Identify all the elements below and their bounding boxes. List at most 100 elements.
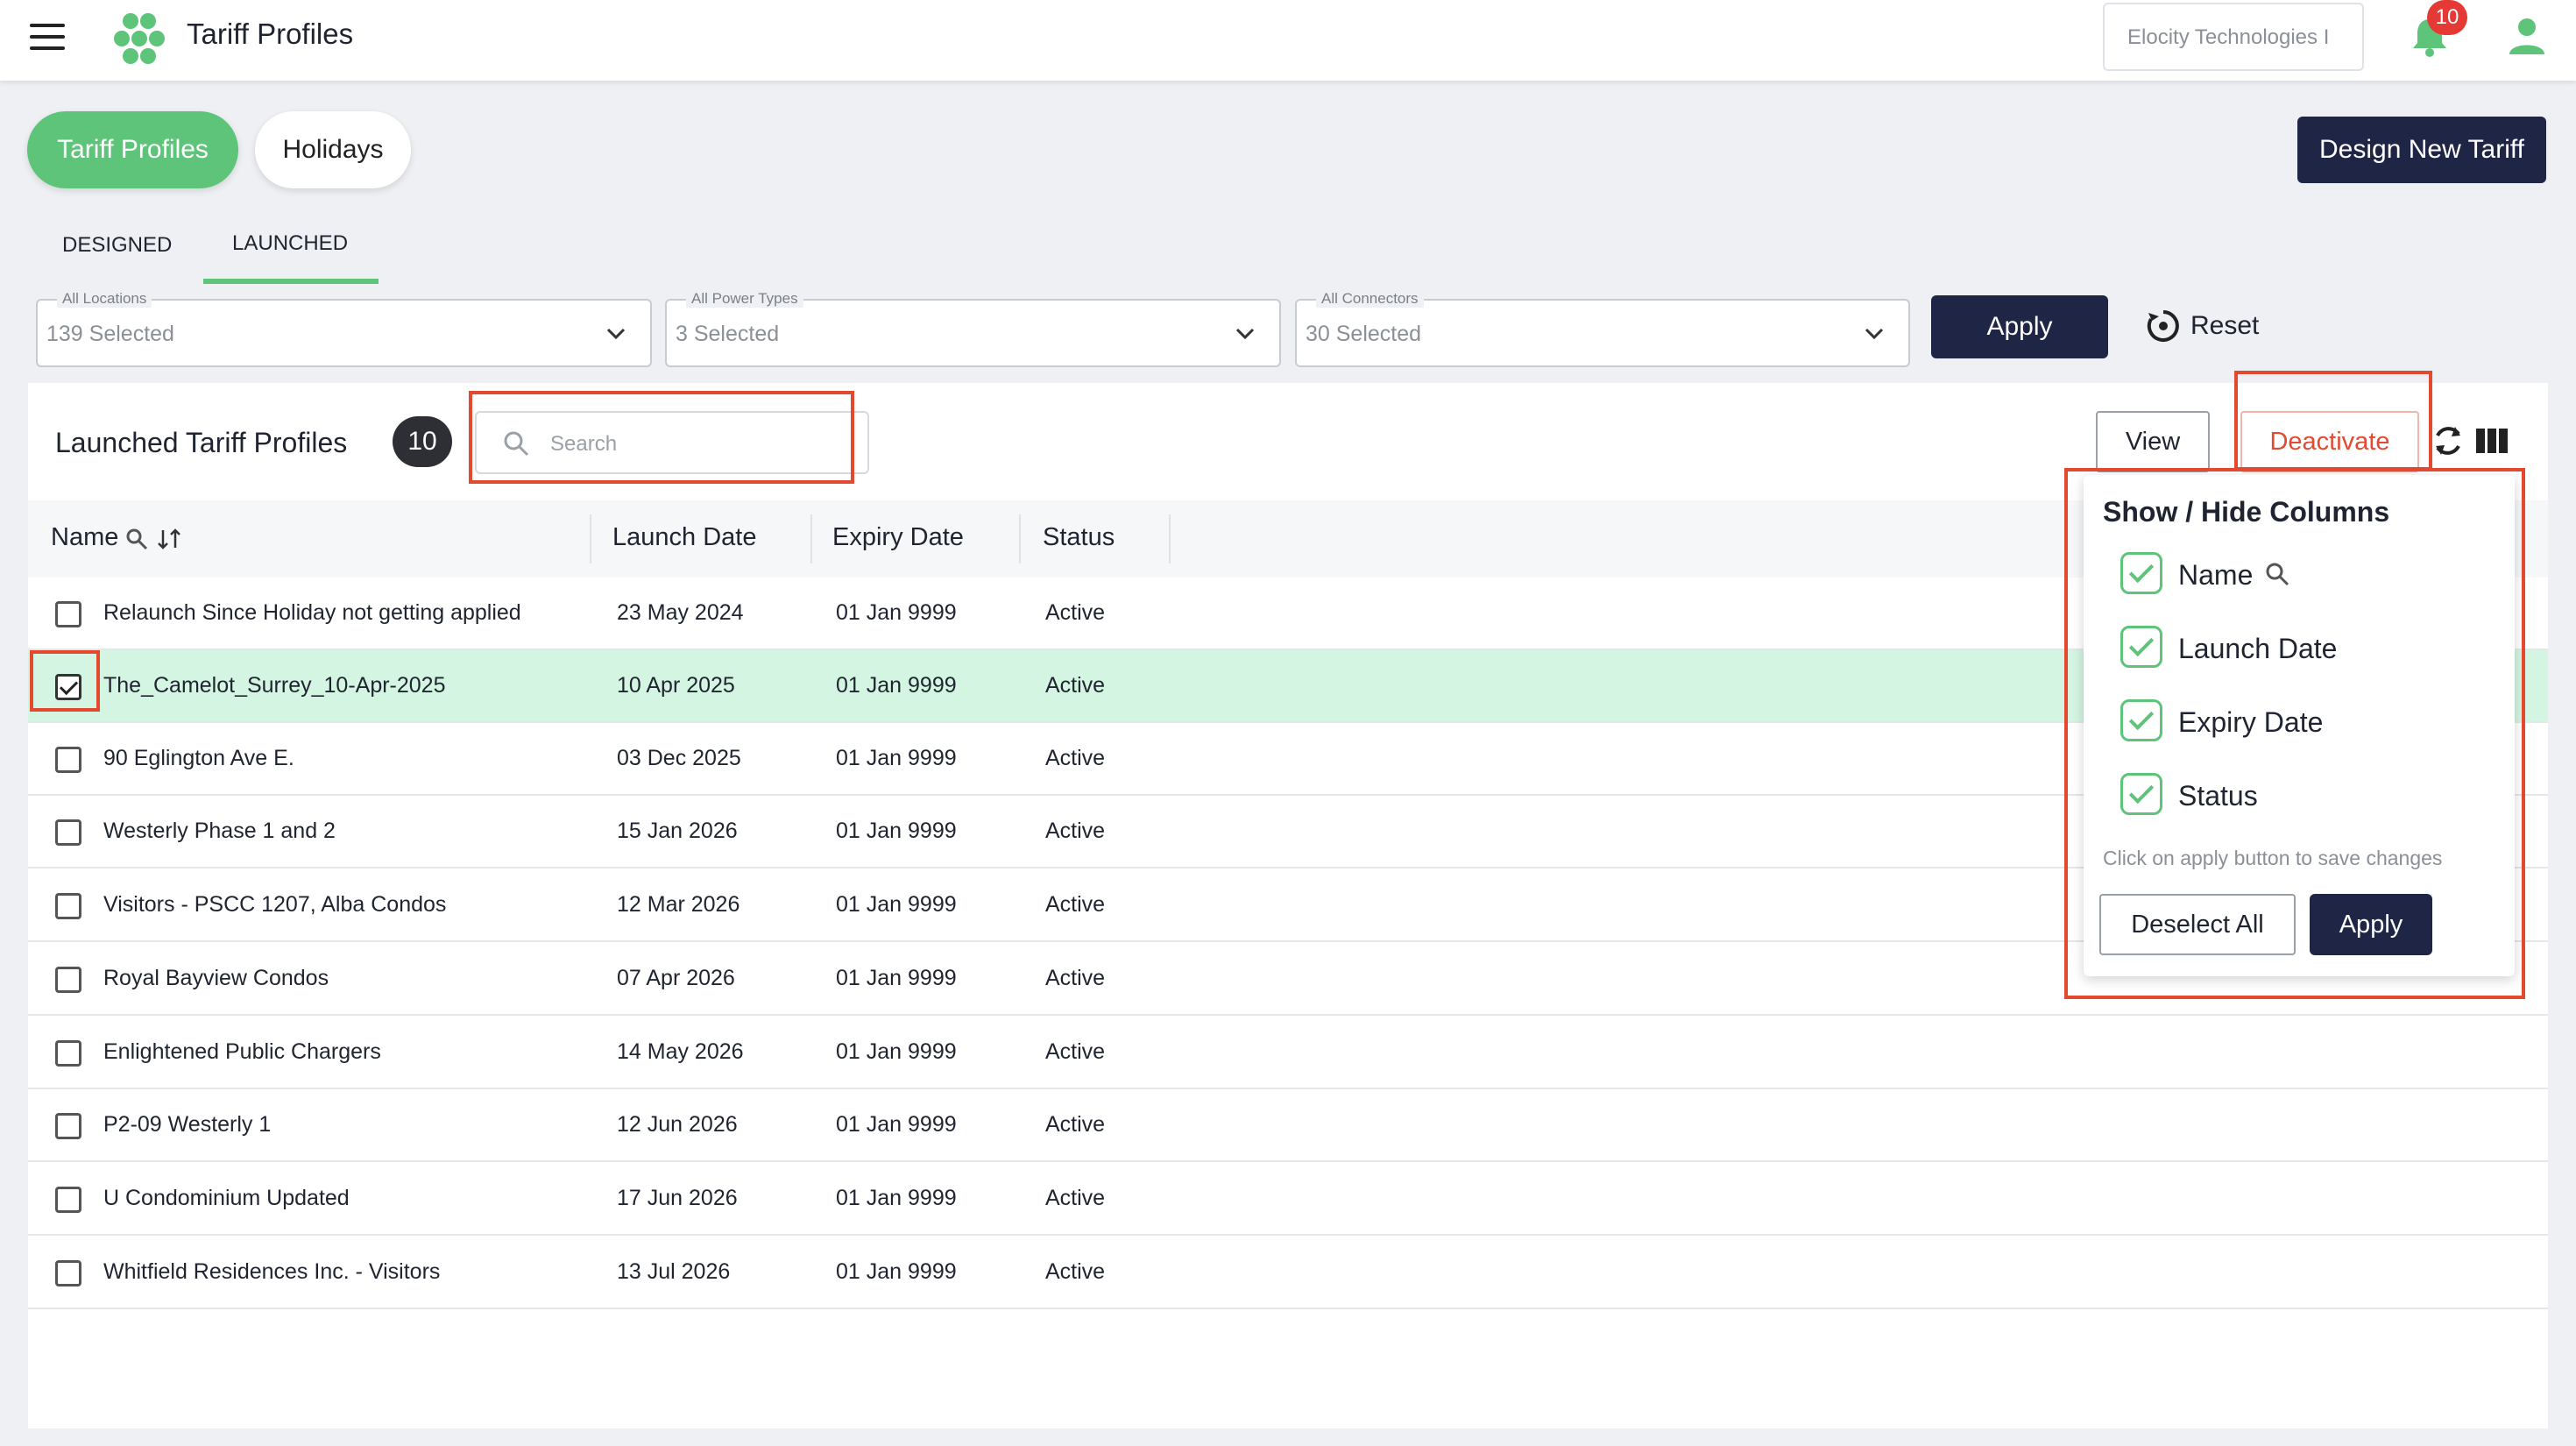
organization-select[interactable]: Elocity Technologies I [2103, 3, 2364, 71]
chevron-down-icon [1235, 328, 1255, 340]
chevron-down-icon [1865, 328, 1884, 340]
cell-launch-date: 13 Jul 2026 [617, 1259, 731, 1284]
cell-launch-date: 23 May 2024 [617, 600, 744, 625]
cell-name: 90 Eglington Ave E. [103, 746, 294, 770]
tab-tariff-profiles[interactable]: Tariff Profiles [27, 111, 238, 188]
cell-name: P2-09 Westerly 1 [103, 1112, 272, 1137]
row-checkbox[interactable] [55, 1040, 81, 1067]
table-row[interactable]: Enlightened Public Chargers 14 May 2026 … [28, 1017, 2548, 1089]
table-row[interactable]: P2-09 Westerly 1 12 Jun 2026 01 Jan 9999… [28, 1089, 2548, 1162]
cell-status: Active [1045, 600, 1106, 625]
cell-status: Active [1045, 1259, 1106, 1284]
column-divider[interactable] [1019, 514, 1021, 564]
table-row[interactable]: U Condominium Updated 17 Jun 2026 01 Jan… [28, 1163, 2548, 1236]
row-checkbox[interactable] [55, 967, 81, 993]
cell-expiry-date: 01 Jan 9999 [836, 1112, 957, 1137]
connectors-filter[interactable]: All Connectors 30 Selected [1295, 290, 1910, 367]
notification-count-badge: 10 [2427, 0, 2467, 35]
apply-filters-button[interactable]: Apply [1931, 295, 2108, 358]
cell-name: Visitors - PSCC 1207, Alba Condos [103, 892, 447, 917]
app-title: Tariff Profiles [187, 18, 354, 50]
cell-expiry-date: 01 Jan 9999 [836, 966, 957, 990]
active-tab-indicator [203, 279, 379, 284]
row-checkbox[interactable] [55, 747, 81, 773]
cell-launch-date: 07 Apr 2026 [617, 966, 735, 990]
reset-button[interactable]: Reset [2190, 311, 2259, 341]
locations-filter-value: 139 Selected [46, 322, 174, 346]
cell-status: Active [1045, 1039, 1106, 1064]
column-divider[interactable] [1169, 514, 1171, 564]
user-account-icon[interactable] [2508, 16, 2546, 56]
table-row[interactable]: Whitfield Residences Inc. - Visitors 13 … [28, 1237, 2548, 1309]
row-checkbox[interactable] [55, 1187, 81, 1213]
cell-status: Active [1045, 673, 1106, 698]
row-checkbox[interactable] [55, 601, 81, 627]
highlight-deactivate [2234, 371, 2432, 471]
row-checkbox[interactable] [55, 1113, 81, 1139]
cell-launch-date: 14 May 2026 [617, 1039, 744, 1064]
refresh-icon[interactable] [2431, 422, 2466, 460]
locations-filter[interactable]: All Locations 139 Selected [36, 290, 652, 367]
cell-status: Active [1045, 819, 1106, 843]
reset-icon[interactable] [2145, 308, 2182, 344]
connectors-filter-value: 30 Selected [1306, 322, 1422, 346]
highlight-search [469, 391, 854, 484]
row-checkbox[interactable] [55, 1260, 81, 1287]
tab-holidays[interactable]: Holidays [255, 111, 411, 188]
power-types-filter-label: All Power Types [686, 290, 803, 308]
tab-launched[interactable]: LAUNCHED [232, 231, 348, 256]
top-bar: Tariff Profiles Elocity Technologies I 1… [0, 0, 2576, 81]
cell-status: Active [1045, 892, 1106, 917]
tab-designed[interactable]: DESIGNED [62, 233, 172, 258]
design-new-tariff-button[interactable]: Design New Tariff [2297, 117, 2546, 183]
sort-icon[interactable] [156, 527, 182, 551]
cell-status: Active [1045, 966, 1106, 990]
cell-expiry-date: 01 Jan 9999 [836, 819, 957, 843]
profiles-count-badge: 10 [393, 416, 452, 467]
connectors-filter-label: All Connectors [1316, 290, 1424, 308]
column-divider[interactable] [810, 514, 812, 564]
cell-launch-date: 12 Jun 2026 [617, 1112, 738, 1137]
cell-expiry-date: 01 Jan 9999 [836, 1186, 957, 1210]
cell-expiry-date: 01 Jan 9999 [836, 1039, 957, 1064]
cell-name: Relaunch Since Holiday not getting appli… [103, 600, 521, 625]
hamburger-menu-icon[interactable] [30, 24, 65, 53]
column-header-launch-date[interactable]: Launch Date [612, 523, 756, 552]
cell-name: Enlightened Public Chargers [103, 1039, 381, 1064]
cell-name: Whitfield Residences Inc. - Visitors [103, 1259, 441, 1284]
cell-expiry-date: 01 Jan 9999 [836, 1259, 957, 1284]
cell-launch-date: 10 Apr 2025 [617, 673, 735, 698]
row-checkbox[interactable] [55, 819, 81, 846]
power-types-filter[interactable]: All Power Types 3 Selected [665, 290, 1281, 367]
columns-icon[interactable] [2475, 426, 2509, 456]
cell-status: Active [1045, 746, 1106, 770]
cell-expiry-date: 01 Jan 9999 [836, 892, 957, 917]
column-search-icon[interactable] [124, 527, 149, 551]
column-header-name[interactable]: Name [51, 523, 118, 552]
cell-launch-date: 12 Mar 2026 [617, 892, 740, 917]
cell-name: U Condominium Updated [103, 1186, 350, 1210]
cell-expiry-date: 01 Jan 9999 [836, 673, 957, 698]
cell-name: The_Camelot_Surrey_10-Apr-2025 [103, 673, 446, 698]
locations-filter-label: All Locations [57, 290, 152, 308]
highlight-columns-popover [2064, 468, 2525, 999]
cell-status: Active [1045, 1112, 1106, 1137]
cell-expiry-date: 01 Jan 9999 [836, 600, 957, 625]
power-types-filter-value: 3 Selected [676, 322, 780, 346]
cell-launch-date: 03 Dec 2025 [617, 746, 741, 770]
cell-launch-date: 17 Jun 2026 [617, 1186, 738, 1210]
cell-name: Royal Bayview Condos [103, 966, 329, 990]
cell-launch-date: 15 Jan 2026 [617, 819, 738, 843]
logo-icon [114, 13, 165, 64]
panel-title: Launched Tariff Profiles [55, 427, 348, 458]
column-divider[interactable] [590, 514, 591, 564]
row-checkbox[interactable] [55, 893, 81, 919]
view-button[interactable]: View [2096, 411, 2210, 472]
cell-expiry-date: 01 Jan 9999 [836, 746, 957, 770]
highlight-selected-checkbox [30, 650, 100, 712]
chevron-down-icon [606, 328, 626, 340]
column-header-status[interactable]: Status [1043, 523, 1115, 552]
column-header-expiry-date[interactable]: Expiry Date [832, 523, 964, 552]
cell-status: Active [1045, 1186, 1106, 1210]
cell-name: Westerly Phase 1 and 2 [103, 819, 336, 843]
